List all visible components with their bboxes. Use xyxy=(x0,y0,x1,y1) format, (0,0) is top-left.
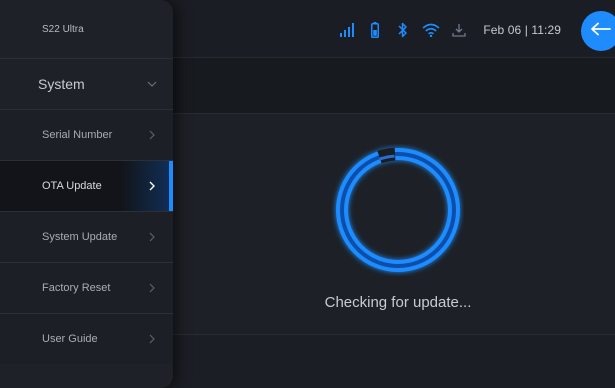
signal-icon xyxy=(337,21,357,39)
chevron-right-icon xyxy=(147,334,157,344)
sidebar-item-label: Serial Number xyxy=(42,129,113,141)
wifi-icon xyxy=(421,21,441,39)
arrow-left-icon xyxy=(590,22,612,41)
sidebar-item-user-guide[interactable]: User Guide xyxy=(0,313,173,364)
chevron-right-icon xyxy=(147,283,157,293)
chevron-right-icon xyxy=(147,130,157,140)
chevron-right-icon xyxy=(147,232,157,242)
datetime: Feb 06 | 11:29 xyxy=(483,23,561,37)
chevron-right-icon xyxy=(147,181,157,191)
sidebar-item-label: System Update xyxy=(42,231,118,243)
loading-spinner xyxy=(332,144,464,276)
sidebar-item-label: User Guide xyxy=(42,333,98,345)
sidebar-section-label: System xyxy=(38,76,85,92)
device-name: S22 Ultra xyxy=(42,23,84,35)
sidebar-item-system-update[interactable]: System Update xyxy=(0,211,173,262)
sidebar-item-label: OTA Update xyxy=(42,180,102,192)
sidebar-item-label: Factory Reset xyxy=(42,282,111,294)
sidebar-item-factory-reset[interactable]: Factory Reset xyxy=(0,262,173,313)
sidebar-item-ota-update[interactable]: OTA Update xyxy=(0,160,173,211)
download-icon[interactable] xyxy=(449,21,469,39)
sidebar-item-serial-number[interactable]: Serial Number xyxy=(0,109,173,160)
update-status-text: Checking for update... xyxy=(324,294,472,311)
sidebar: S22 Ultra System Serial Number OTA Updat… xyxy=(0,0,173,388)
chevron-down-icon xyxy=(147,79,157,89)
sidebar-section-system[interactable]: System xyxy=(0,58,173,109)
back-button[interactable] xyxy=(581,11,615,51)
battery-icon xyxy=(365,21,385,39)
bluetooth-icon xyxy=(393,21,413,39)
status-icons: Feb 06 | 11:29 xyxy=(329,20,561,40)
update-panel: Checking for update... xyxy=(172,113,615,335)
